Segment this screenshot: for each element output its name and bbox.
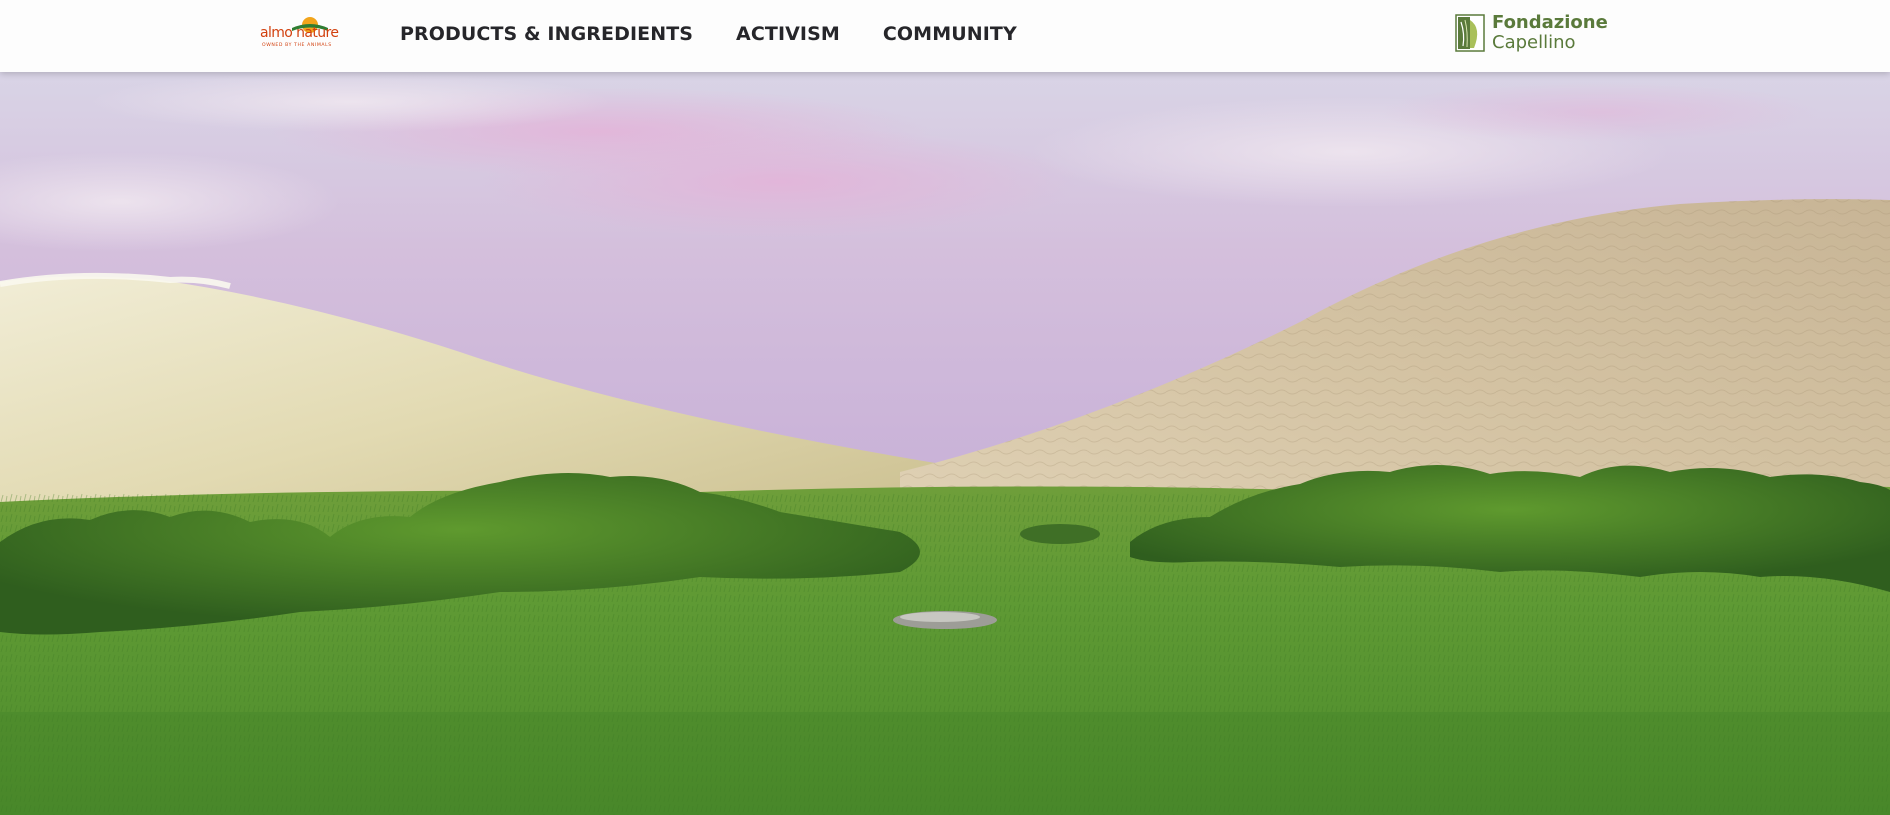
main-navigation: PRODUCTS & INGREDIENTS ACTIVISM COMMUNIT… [400, 20, 1017, 48]
nav-community[interactable]: COMMUNITY [883, 23, 1017, 45]
brand-name: almo nature [260, 25, 339, 41]
page: almo nature OWNED BY THE ANIMALS PRODUCT… [0, 0, 1890, 815]
almo-nature-logo[interactable]: almo nature OWNED BY THE ANIMALS [258, 10, 350, 52]
foundation-name-line1: Fondazione [1492, 12, 1608, 33]
foundation-name-line2: Capellino [1492, 32, 1576, 53]
nav-activism[interactable]: ACTIVISM [736, 23, 840, 45]
hero-landscape-illustration [0, 72, 1890, 815]
hero-image [0, 72, 1890, 815]
foundation-emblem-icon [1455, 14, 1485, 52]
fondazione-capellino-logo[interactable]: Fondazione Capellino [1455, 12, 1615, 54]
brand-tagline: OWNED BY THE ANIMALS [262, 43, 332, 48]
nav-products-ingredients[interactable]: PRODUCTS & INGREDIENTS [400, 23, 693, 45]
site-header: almo nature OWNED BY THE ANIMALS PRODUCT… [0, 0, 1890, 72]
